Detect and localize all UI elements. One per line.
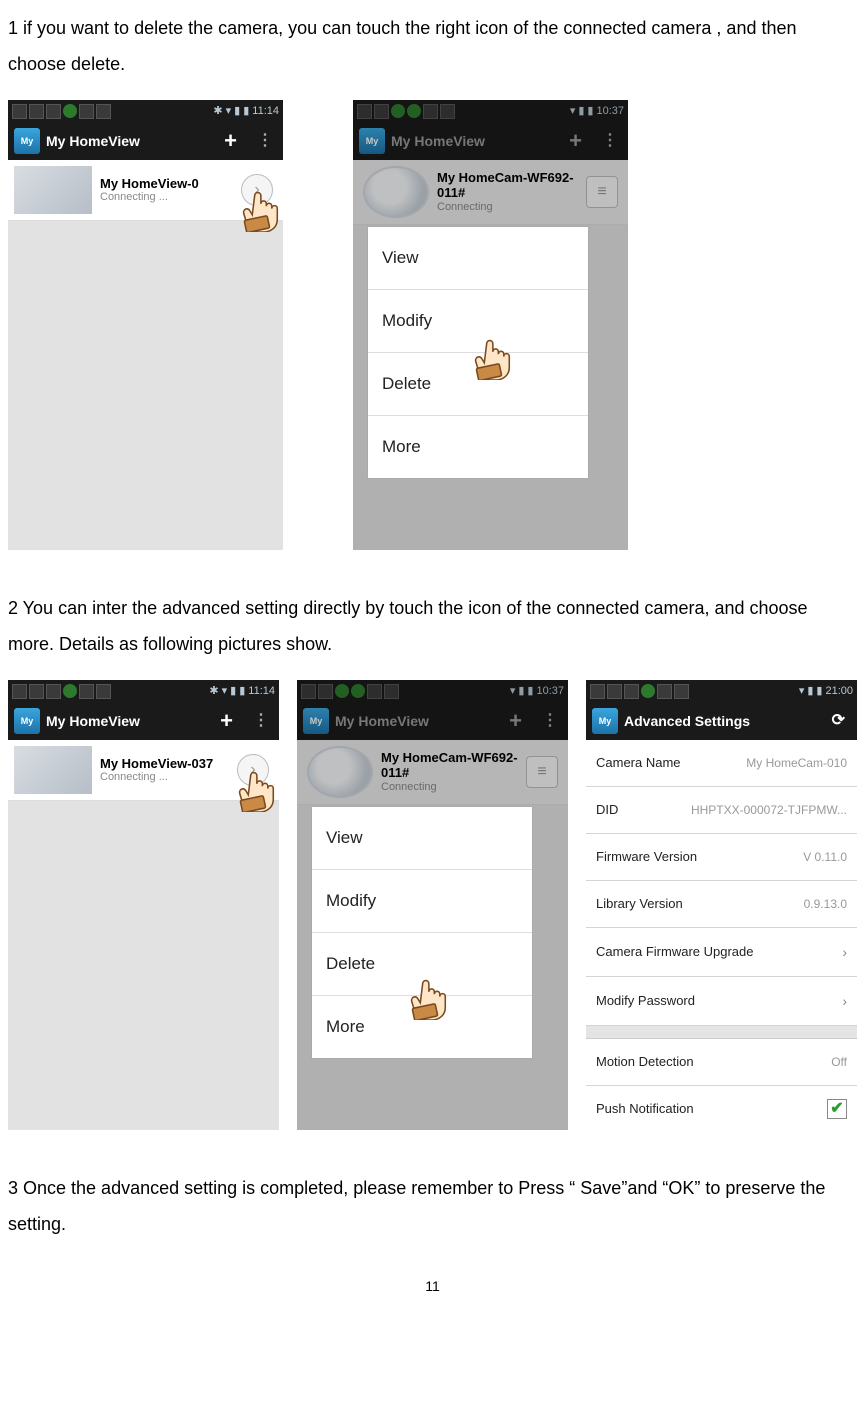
refresh-icon[interactable]: ⟳ bbox=[826, 705, 851, 737]
app-bar: My My HomeView + ⋮ bbox=[8, 702, 279, 740]
setting-value: 0.9.13.0 bbox=[804, 892, 847, 916]
setting-label: Firmware Version bbox=[596, 844, 697, 870]
screenshot-row-2: ✱ ▾ ▮ ▮ 11:14 My My HomeView + ⋮ My Home… bbox=[8, 680, 857, 1130]
setting-value: Off bbox=[831, 1050, 847, 1074]
app-title: My HomeView bbox=[46, 127, 208, 155]
setting-firmware-upgrade[interactable]: Camera Firmware Upgrade › bbox=[586, 928, 857, 977]
setting-push-notification[interactable]: Push Notification ✔ bbox=[586, 1086, 857, 1130]
setting-motion-detection[interactable]: Motion Detection Off bbox=[586, 1039, 857, 1086]
status-icon bbox=[79, 104, 94, 119]
add-icon[interactable]: + bbox=[210, 699, 243, 743]
phone-screenshot-2: ▾ ▮ ▮ 10:37 My My HomeView + ⋮ My HomeCa… bbox=[353, 100, 628, 550]
status-icon bbox=[29, 104, 44, 119]
wifi-icon: ▾ bbox=[799, 680, 805, 702]
app-title: My HomeView bbox=[46, 707, 204, 735]
setting-value: HHPTXX-000072-TJFPMW... bbox=[691, 798, 847, 822]
menu-item-view[interactable]: View bbox=[312, 807, 532, 870]
battery-icon: ▮ bbox=[816, 680, 822, 702]
touch-hand-icon bbox=[407, 970, 457, 1020]
app-logo-icon: My bbox=[592, 708, 618, 734]
touch-hand-icon bbox=[235, 762, 279, 812]
status-icon bbox=[12, 684, 27, 699]
status-icon bbox=[590, 684, 605, 699]
camera-thumbnail bbox=[14, 746, 92, 794]
setting-label: Camera Name bbox=[596, 750, 681, 776]
section-divider bbox=[586, 1026, 857, 1039]
setting-label: Motion Detection bbox=[596, 1049, 694, 1075]
page-number: 11 bbox=[8, 1272, 857, 1300]
checkbox-checked-icon[interactable]: ✔ bbox=[827, 1099, 847, 1119]
app-bar: My Advanced Settings ⟳ bbox=[586, 702, 857, 740]
menu-item-modify[interactable]: Modify bbox=[312, 870, 532, 933]
app-logo-icon: My bbox=[14, 128, 40, 154]
camera-thumbnail bbox=[14, 166, 92, 214]
phone-screenshot-1: ✱ ▾ ▮ ▮ 11:14 My My HomeView + ⋮ My Home… bbox=[8, 100, 283, 550]
setting-label: Library Version bbox=[596, 891, 683, 917]
screenshot-row-1: ✱ ▾ ▮ ▮ 11:14 My My HomeView + ⋮ My Home… bbox=[8, 100, 857, 550]
status-icon bbox=[12, 104, 27, 119]
status-icon bbox=[607, 684, 622, 699]
app-title: Advanced Settings bbox=[624, 707, 820, 735]
overflow-icon[interactable]: ⋮ bbox=[249, 705, 273, 737]
phone-screenshot-4: ▾ ▮ ▮ 10:37 My My HomeView + ⋮ My HomeCa… bbox=[297, 680, 568, 1130]
clock: 11:14 bbox=[248, 680, 275, 702]
clock: 11:14 bbox=[252, 100, 279, 122]
camera-name: My HomeView-0 bbox=[100, 176, 233, 192]
phone-screenshot-3: ✱ ▾ ▮ ▮ 11:14 My My HomeView + ⋮ My Home… bbox=[8, 680, 279, 1130]
setting-value: V 0.11.0 bbox=[803, 845, 847, 869]
phone-screenshot-5: ▾ ▮ ▮ 21:00 My Advanced Settings ⟳ Camer… bbox=[586, 680, 857, 1130]
menu-item-view[interactable]: View bbox=[368, 227, 588, 290]
chevron-right-icon: › bbox=[842, 987, 847, 1015]
setting-value: My HomeCam-010 bbox=[746, 751, 847, 775]
overflow-icon[interactable]: ⋮ bbox=[253, 125, 277, 157]
setting-camera-name[interactable]: Camera Name My HomeCam-010 bbox=[586, 740, 857, 787]
status-icon bbox=[46, 684, 61, 699]
paragraph-1: 1 if you want to delete the camera, you … bbox=[8, 10, 857, 82]
chevron-right-icon: › bbox=[842, 938, 847, 966]
camera-status: Connecting ... bbox=[100, 771, 229, 784]
status-bar: ▾ ▮ ▮ 21:00 bbox=[586, 680, 857, 702]
status-icon bbox=[63, 684, 77, 698]
camera-name: My HomeView-037 bbox=[100, 756, 229, 772]
status-icon bbox=[29, 684, 44, 699]
setting-did[interactable]: DID HHPTXX-000072-TJFPMW... bbox=[586, 787, 857, 834]
signal-icon: ▮ bbox=[807, 680, 813, 702]
setting-label: Push Notification bbox=[596, 1096, 694, 1122]
context-menu: View Modify Delete More bbox=[311, 806, 533, 1059]
status-icon bbox=[63, 104, 77, 118]
status-icon bbox=[46, 104, 61, 119]
status-icon bbox=[79, 684, 94, 699]
status-icon bbox=[641, 684, 655, 698]
paragraph-2: 2 You can inter the advanced setting dir… bbox=[8, 590, 857, 662]
status-icon bbox=[657, 684, 672, 699]
clock: 21:00 bbox=[825, 680, 853, 702]
paragraph-3: 3 Once the advanced setting is completed… bbox=[8, 1170, 857, 1242]
add-icon[interactable]: + bbox=[214, 119, 247, 163]
setting-firmware-version: Firmware Version V 0.11.0 bbox=[586, 834, 857, 881]
setting-modify-password[interactable]: Modify Password › bbox=[586, 977, 857, 1026]
setting-library-version: Library Version 0.9.13.0 bbox=[586, 881, 857, 928]
app-bar: My My HomeView + ⋮ bbox=[8, 122, 283, 160]
menu-item-more[interactable]: More bbox=[368, 416, 588, 478]
status-icon bbox=[96, 104, 111, 119]
setting-label: Camera Firmware Upgrade bbox=[596, 939, 754, 965]
camera-status: Connecting ... bbox=[100, 191, 233, 204]
status-icon bbox=[674, 684, 689, 699]
app-logo-icon: My bbox=[14, 708, 40, 734]
setting-label: DID bbox=[596, 797, 618, 823]
setting-label: Modify Password bbox=[596, 988, 695, 1014]
touch-hand-icon bbox=[471, 330, 521, 380]
status-icon bbox=[624, 684, 639, 699]
status-icon bbox=[96, 684, 111, 699]
touch-hand-icon bbox=[239, 182, 283, 232]
